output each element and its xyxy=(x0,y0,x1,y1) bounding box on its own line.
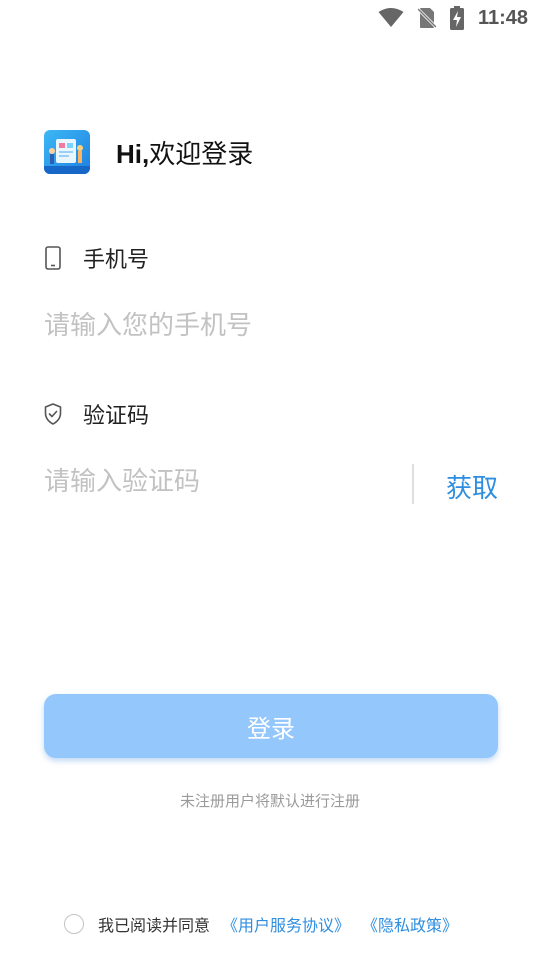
login-button[interactable]: 登录 xyxy=(44,694,498,758)
battery-charging-icon xyxy=(449,6,464,30)
status-bar: 11:48 xyxy=(0,0,540,36)
app-logo-icon xyxy=(44,130,90,174)
clock-time: 11:48 xyxy=(477,6,528,29)
code-label: 验证码 xyxy=(83,404,150,429)
get-code-button[interactable]: 获取 xyxy=(446,468,498,505)
greeting-text: 欢迎登录 xyxy=(149,140,254,170)
phone-field-label: 手机号 xyxy=(44,243,149,273)
code-input[interactable] xyxy=(44,462,394,502)
terms-link[interactable]: 《用户服务协议》 xyxy=(222,912,350,936)
greeting-hi: Hi, xyxy=(116,139,150,169)
wifi-icon xyxy=(378,8,404,27)
phone-input[interactable] xyxy=(44,306,484,346)
code-divider xyxy=(412,464,414,504)
no-sim-icon xyxy=(417,7,436,29)
agreement-text: 我已阅读并同意 xyxy=(98,916,211,935)
privacy-link[interactable]: 《隐私政策》 xyxy=(362,912,458,936)
shield-check-icon xyxy=(44,401,62,427)
welcome-title: Hi,欢迎登录 xyxy=(116,134,253,171)
status-icons: 11:48 xyxy=(378,6,528,30)
register-hint: 未注册用户将默认进行注册 xyxy=(179,792,360,810)
phone-label: 手机号 xyxy=(83,248,150,273)
agreement-checkbox[interactable] xyxy=(64,914,84,934)
agreement-row: 我已阅读并同意 《用户服务协议》 《隐私政策》 xyxy=(64,910,458,938)
code-field-label: 验证码 xyxy=(44,399,149,429)
phone-icon xyxy=(44,245,62,271)
